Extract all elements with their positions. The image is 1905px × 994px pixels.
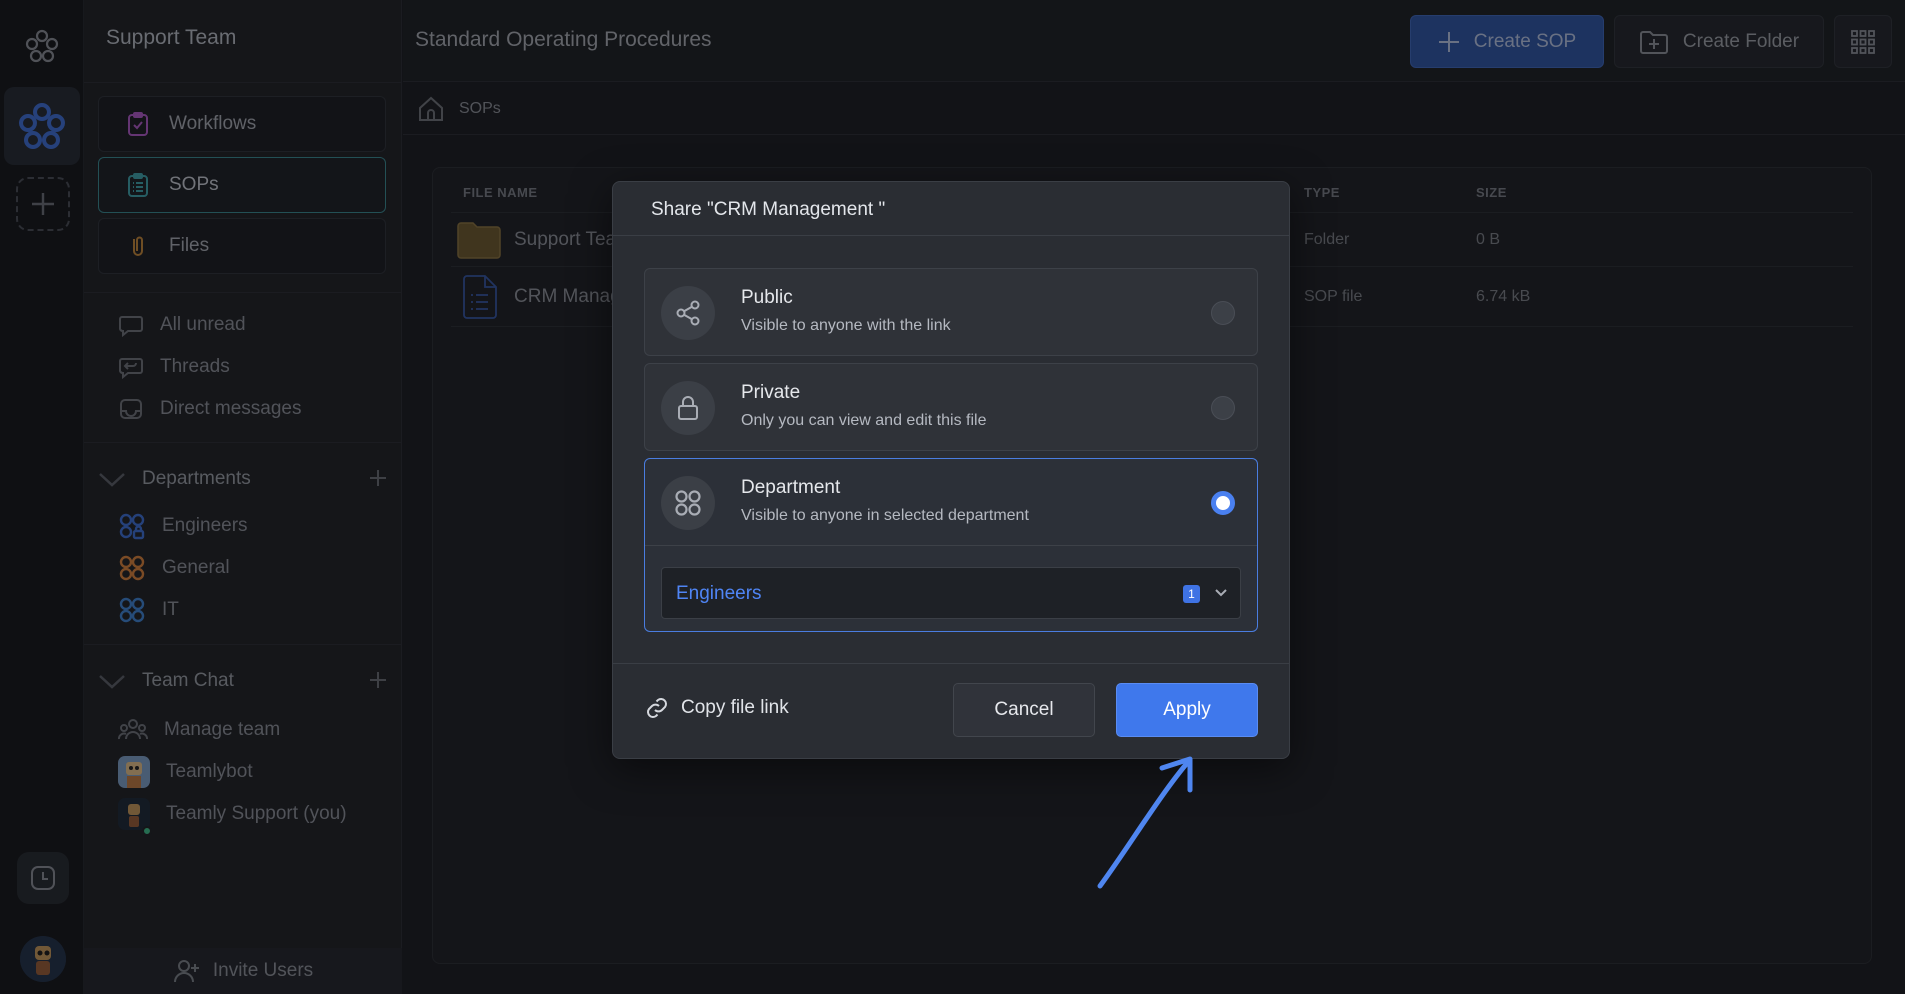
divider [645, 545, 1257, 546]
option-title: Public [741, 287, 793, 308]
department-select-value: Engineers [676, 583, 762, 604]
dialog-title: Share "CRM Management " [651, 199, 886, 220]
lock-icon [661, 381, 715, 435]
share-option-public[interactable]: Public Visible to anyone with the link [644, 268, 1258, 356]
option-title: Private [741, 382, 801, 403]
copy-link-label: Copy file link [681, 697, 789, 718]
cancel-button[interactable]: Cancel [953, 683, 1095, 737]
option-description: Only you can view and edit this file [741, 412, 987, 429]
radio-department[interactable] [1211, 491, 1235, 515]
radio-private[interactable] [1211, 396, 1235, 420]
share-option-department[interactable]: Department Visible to anyone in selected… [644, 458, 1258, 632]
option-description: Visible to anyone in selected department [741, 507, 1029, 524]
departments-icon [661, 476, 715, 530]
divider [613, 663, 1289, 664]
share-dialog: Share "CRM Management " Public Visible t… [612, 181, 1290, 759]
option-title: Department [741, 477, 841, 498]
selected-count-badge: 1 [1183, 585, 1200, 603]
share-option-private[interactable]: Private Only you can view and edit this … [644, 363, 1258, 451]
department-select[interactable]: Engineers 1 [661, 567, 1241, 619]
link-icon [647, 698, 667, 718]
option-description: Visible to anyone with the link [741, 317, 951, 334]
annotation-arrow-icon [1097, 756, 1193, 889]
share-icon [661, 286, 715, 340]
copy-file-link-button[interactable]: Copy file link [645, 696, 789, 720]
apply-button[interactable]: Apply [1116, 683, 1258, 737]
chevron-down-icon [1215, 589, 1227, 597]
divider [613, 235, 1289, 236]
radio-public[interactable] [1211, 301, 1235, 325]
